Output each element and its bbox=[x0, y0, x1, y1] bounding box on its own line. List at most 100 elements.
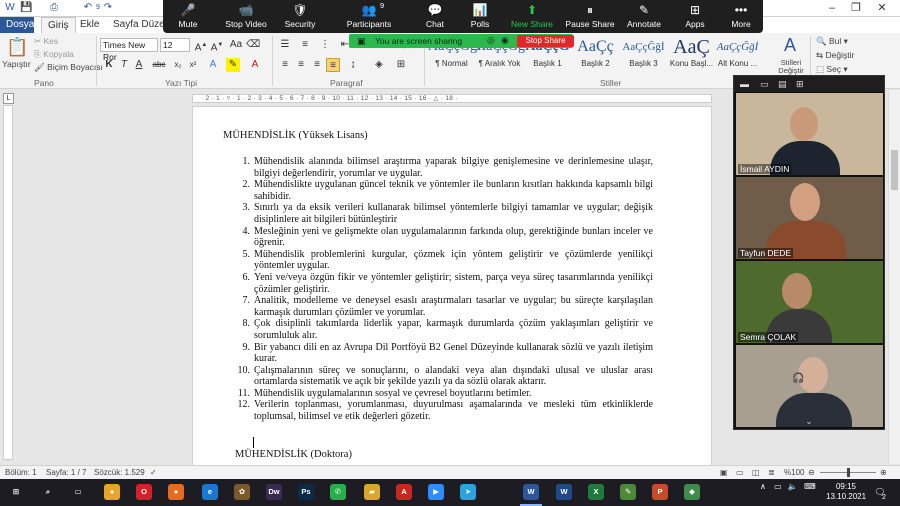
restore-button[interactable]: ❐ bbox=[842, 0, 870, 17]
superscript-button[interactable]: x² bbox=[186, 58, 200, 72]
bold-button[interactable]: K bbox=[102, 58, 116, 72]
dreamweaver-icon[interactable]: Dw bbox=[266, 484, 282, 500]
format-painter-button[interactable]: 🖌 Biçim Boyacısı bbox=[34, 62, 103, 73]
align-left-icon[interactable]: ≡ bbox=[278, 58, 292, 72]
minimize-panel-icon[interactable]: ▬ bbox=[740, 79, 749, 89]
find-button[interactable]: 🔍 Bul ▾ bbox=[816, 36, 848, 47]
zoom-slider-thumb[interactable] bbox=[847, 468, 850, 477]
change-styles-icon[interactable]: A bbox=[776, 35, 804, 59]
misc-app-icon[interactable]: ◆ bbox=[684, 484, 700, 500]
change-case-icon[interactable]: Aa bbox=[229, 38, 243, 52]
close-button[interactable]: ✕ bbox=[868, 0, 896, 17]
volume-icon[interactable]: 🔈 bbox=[788, 482, 798, 491]
search-icon[interactable]: ⌕ bbox=[40, 484, 56, 500]
zoom-security-button[interactable]: 🛡 Security bbox=[283, 2, 317, 32]
zoom-video-panel[interactable]: ▬ ▭ ▤ ⊞ İsmail AYDIN Tayfun DEDE Semra Ç… bbox=[733, 75, 885, 430]
opera-icon[interactable]: O bbox=[136, 484, 152, 500]
stop-share-button[interactable]: Stop Share bbox=[517, 35, 574, 47]
acrobat-icon[interactable]: A bbox=[396, 484, 412, 500]
telegram-icon[interactable]: ➤ bbox=[460, 484, 476, 500]
style-subtitle[interactable]: AaÇçĞğİ Alt Konu ... bbox=[714, 35, 761, 75]
grow-font-icon[interactable]: A▲ bbox=[194, 38, 208, 53]
tab-selector-icon[interactable]: L bbox=[3, 93, 14, 104]
notifications-icon[interactable]: 🗨 2 bbox=[872, 484, 888, 501]
task-view-icon[interactable]: ▭ bbox=[70, 484, 86, 500]
zoom-pause-share-button[interactable]: ⏸ Pause Share bbox=[565, 2, 615, 32]
paste-button[interactable]: Yapıştır bbox=[2, 59, 31, 69]
explorer-icon[interactable]: ▰ bbox=[364, 484, 380, 500]
highlight-color-icon[interactable]: ✎ bbox=[226, 58, 240, 72]
photoshop-icon[interactable]: Ps bbox=[298, 484, 314, 500]
vertical-scrollbar[interactable] bbox=[888, 90, 900, 464]
horizontal-ruler[interactable]: · 2 · 1 · ▿ · 1 · 2 · 3 · 4 · 5 · 6 · 7 … bbox=[192, 94, 712, 103]
justify-icon[interactable]: ≡ bbox=[326, 58, 340, 72]
excel-icon[interactable]: X bbox=[588, 484, 604, 500]
powerpoint-icon[interactable]: P bbox=[652, 484, 668, 500]
word-icon[interactable]: W bbox=[556, 484, 572, 500]
vertical-ruler[interactable] bbox=[3, 105, 13, 460]
line-spacing-icon[interactable]: ↨ bbox=[346, 58, 360, 72]
text-effects-icon[interactable]: A bbox=[206, 58, 220, 72]
greenshot-icon[interactable]: ✎ bbox=[620, 484, 636, 500]
italic-button[interactable]: T bbox=[117, 58, 131, 72]
grid-view-icon[interactable]: ⊞ bbox=[796, 79, 804, 90]
align-center-icon[interactable]: ≡ bbox=[294, 58, 308, 72]
style-heading-2[interactable]: AaÇç Başlık 2 bbox=[572, 35, 619, 75]
shrink-font-icon[interactable]: A▼ bbox=[210, 38, 224, 53]
participant-tile[interactable]: Semra ÇOLAK bbox=[736, 261, 883, 343]
borders-icon[interactable]: ⊞ bbox=[394, 58, 408, 72]
zoom-more-button[interactable]: ••• More bbox=[727, 2, 755, 32]
outline-view-icon[interactable]: ≣ bbox=[768, 468, 775, 477]
zoom-apps-button[interactable]: ⊞ Apps bbox=[681, 2, 709, 32]
undo-icon[interactable]: ↶ bbox=[82, 2, 94, 14]
zoom-annotate-button[interactable]: ✎ Annotate bbox=[624, 2, 664, 32]
multilevel-list-icon[interactable]: ⋮ bbox=[318, 38, 332, 52]
clear-formatting-icon[interactable]: ⌫ bbox=[246, 38, 260, 52]
page-indicator[interactable]: Sayfa: 1 / 7 bbox=[46, 468, 86, 477]
font-color-icon[interactable]: A bbox=[248, 58, 262, 72]
change-styles-button[interactable]: Stilleri Değiştir bbox=[776, 59, 806, 75]
web-layout-icon[interactable]: ◫ bbox=[752, 468, 760, 477]
copy-button[interactable]: ⎘ Kopyala bbox=[34, 49, 74, 60]
replace-button[interactable]: ⇆ Değiştir bbox=[816, 50, 854, 61]
bullets-icon[interactable]: ☰ bbox=[278, 38, 292, 52]
align-right-icon[interactable]: ≡ bbox=[310, 58, 324, 72]
clock[interactable]: 09:15 13.10.2021 bbox=[826, 482, 866, 502]
zoom-participants-button[interactable]: 👥 Participants bbox=[343, 2, 395, 32]
shading-icon[interactable]: ◈ bbox=[372, 58, 386, 72]
video-panel-collapse-icon[interactable]: ⌄ bbox=[734, 414, 884, 429]
style-heading-3[interactable]: AaÇçĞğİ Başlık 3 bbox=[620, 35, 667, 75]
tab-file[interactable]: Dosya bbox=[0, 17, 34, 33]
zoom-stop-video-button[interactable]: 📹 Stop Video bbox=[223, 2, 269, 32]
participant-tile[interactable]: Tayfun DEDE bbox=[736, 177, 883, 259]
save-icon[interactable]: 💾 bbox=[20, 2, 32, 14]
tab-home[interactable]: Giriş bbox=[41, 17, 76, 33]
strip-view-icon[interactable]: ▤ bbox=[778, 79, 787, 90]
participant-tile[interactable]: İsmail AYDIN bbox=[736, 93, 883, 175]
language-indicator-icon[interactable]: ⌨ bbox=[804, 482, 816, 491]
record-indicator-icon[interactable]: ◉ bbox=[501, 35, 509, 46]
document-page[interactable]: MÜHENDİSLİK (Yüksek Lisans) 1. Mühendisli… bbox=[192, 106, 712, 468]
proofing-icon[interactable]: ✓ bbox=[150, 468, 157, 477]
underline-button[interactable]: A bbox=[132, 58, 146, 72]
word-count[interactable]: Sözcük: 1.529 bbox=[94, 468, 145, 477]
edge-icon[interactable]: e bbox=[202, 484, 218, 500]
scrollbar-thumb[interactable] bbox=[891, 150, 898, 190]
redo-icon[interactable]: ↷ bbox=[102, 2, 114, 14]
cut-button[interactable]: ✂ Kes bbox=[34, 36, 58, 47]
zoom-app-icon[interactable]: ▶ bbox=[428, 484, 444, 500]
style-title[interactable]: AaÇ Konu Başl... bbox=[668, 35, 715, 75]
print-icon[interactable]: ⎙ bbox=[48, 2, 60, 14]
font-size-select[interactable]: 12 bbox=[160, 38, 190, 52]
zoom-chat-button[interactable]: 💬 Chat bbox=[421, 2, 449, 32]
zoom-new-share-button[interactable]: ⬆ New Share bbox=[509, 2, 555, 32]
zoom-polls-button[interactable]: 📊 Polls bbox=[466, 2, 494, 32]
select-button[interactable]: ⬚ Seç ▾ bbox=[816, 64, 848, 75]
paint-icon[interactable]: ✿ bbox=[234, 484, 250, 500]
font-family-select[interactable]: Times New Ror bbox=[100, 38, 158, 62]
print-layout-icon[interactable]: ▣ bbox=[720, 468, 728, 477]
numbering-icon[interactable]: ≡ bbox=[298, 38, 312, 52]
word-running-icon[interactable]: W bbox=[523, 484, 539, 500]
full-screen-reading-icon[interactable]: ▭ bbox=[736, 468, 744, 477]
chrome-icon[interactable]: ● bbox=[104, 484, 120, 500]
